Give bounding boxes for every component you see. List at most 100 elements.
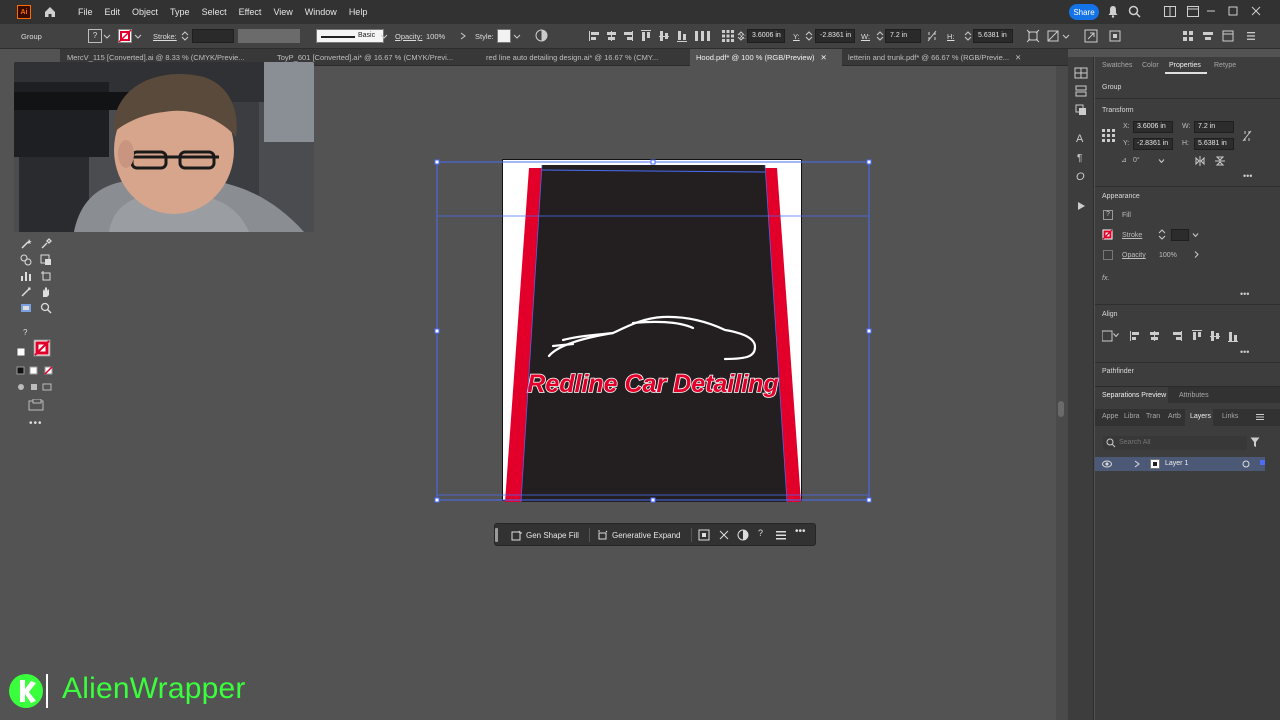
- tab-hood[interactable]: Hood.pdf* @ 100 % (RGB/Preview) ✕: [690, 49, 842, 66]
- eyedropper-tool-icon[interactable]: [40, 238, 52, 250]
- opacity-label[interactable]: Opacity:: [395, 32, 423, 41]
- notifications-icon[interactable]: [1107, 5, 1119, 18]
- tab-retype[interactable]: Retype: [1214, 62, 1236, 69]
- y-label[interactable]: Y:: [793, 32, 800, 41]
- stepper-icon[interactable]: [737, 30, 745, 42]
- tab-appearance[interactable]: Appe: [1102, 413, 1118, 420]
- stepper-icon[interactable]: [805, 30, 813, 42]
- color-mode-buttons[interactable]: [15, 366, 55, 376]
- tab-color[interactable]: Color: [1142, 62, 1159, 69]
- opacity-value[interactable]: 100%: [1159, 252, 1177, 259]
- layer-name[interactable]: Layer 1: [1165, 460, 1188, 467]
- brush-definition[interactable]: Basic: [316, 29, 384, 43]
- isolate-group-icon[interactable]: [1084, 29, 1098, 43]
- align-buttons[interactable]: [1102, 330, 1252, 342]
- menu-type[interactable]: Type: [170, 7, 190, 17]
- align-more-icon[interactable]: •••: [1240, 347, 1249, 357]
- stepper-icon[interactable]: [964, 30, 972, 42]
- chevron-right-icon[interactable]: [1194, 251, 1199, 258]
- draw-mode-buttons[interactable]: [15, 382, 55, 392]
- chevron-down-icon[interactable]: [103, 34, 111, 39]
- tab-layers[interactable]: Layers: [1190, 413, 1211, 420]
- menu-object[interactable]: Object: [132, 7, 158, 17]
- screen-mode-icon[interactable]: [28, 399, 44, 411]
- chevron-down-icon[interactable]: [380, 34, 388, 39]
- graph-tool-icon[interactable]: [20, 270, 32, 282]
- paragraph-panel-icon[interactable]: ¶: [1077, 153, 1082, 164]
- more-icon[interactable]: •••: [795, 526, 806, 537]
- menu-window[interactable]: Window: [305, 7, 337, 17]
- stepper-icon[interactable]: [181, 30, 189, 42]
- y-field[interactable]: -2.8361 in: [815, 29, 855, 43]
- filter-icon[interactable]: [1250, 437, 1260, 448]
- tab-red-line[interactable]: red line auto detailing design.ai* @ 16.…: [478, 49, 690, 66]
- share-button[interactable]: Share: [1069, 4, 1099, 20]
- graphic-style-swatch[interactable]: [497, 29, 511, 43]
- stroke-swatch[interactable]: [1102, 229, 1113, 240]
- artboards-panel-icon[interactable]: [1075, 104, 1087, 116]
- recolor-icon[interactable]: [737, 529, 749, 541]
- tab-separations-preview[interactable]: Separations Preview: [1102, 392, 1166, 399]
- stepper-icon[interactable]: [876, 30, 884, 42]
- fx-icon[interactable]: fx.: [1102, 275, 1109, 282]
- panel-menu-icon[interactable]: [1256, 413, 1264, 421]
- workspace-switcher-icon[interactable]: [1187, 6, 1199, 17]
- maximize-window-icon[interactable]: [1228, 6, 1238, 16]
- w-field[interactable]: 7.2 in: [1194, 121, 1234, 133]
- actions-play-icon[interactable]: [1076, 201, 1086, 211]
- scrollbar-thumb[interactable]: [1058, 401, 1064, 417]
- slice-tool-icon[interactable]: [20, 286, 32, 298]
- generative-expand-button[interactable]: Generative Expand: [597, 528, 681, 542]
- chevron-right-icon[interactable]: [460, 32, 466, 40]
- isolate-icon[interactable]: [698, 529, 710, 541]
- menu-edit[interactable]: Edit: [105, 7, 121, 17]
- target-icon[interactable]: [1242, 460, 1250, 468]
- w-label[interactable]: W:: [861, 32, 870, 41]
- tab-links[interactable]: Links: [1222, 413, 1238, 420]
- chevron-down-icon[interactable]: [1062, 34, 1070, 39]
- help-icon[interactable]: ?: [758, 528, 763, 538]
- tab-letterin[interactable]: letterin and trunk.pdf* @ 66.67 % (RGB/P…: [842, 49, 1042, 66]
- chevron-down-icon[interactable]: [1113, 333, 1119, 337]
- drag-handle[interactable]: [495, 528, 498, 542]
- ungroup-icon[interactable]: [718, 529, 730, 541]
- layer-row[interactable]: Layer 1: [1095, 457, 1265, 471]
- menu-effect[interactable]: Effect: [239, 7, 262, 17]
- chevron-right-icon[interactable]: [1134, 460, 1140, 468]
- transform-more-icon[interactable]: •••: [1243, 171, 1252, 181]
- transform-icon[interactable]: [1026, 29, 1040, 43]
- layers-panel-icon[interactable]: [1075, 85, 1087, 97]
- h-field[interactable]: 5.6381 in: [973, 29, 1013, 43]
- more-options-icon[interactable]: [1246, 30, 1256, 42]
- selection-bounding-box[interactable]: [430, 155, 880, 507]
- h-field[interactable]: 5.6381 in: [1194, 138, 1234, 150]
- menu-icon[interactable]: [775, 529, 787, 541]
- fill-swatch[interactable]: ?: [1103, 210, 1113, 220]
- tab-artboards[interactable]: Artb: [1168, 413, 1181, 420]
- close-tab-icon[interactable]: ✕: [1015, 53, 1021, 62]
- constrain-proportions-icon[interactable]: [926, 30, 938, 42]
- menu-view[interactable]: View: [273, 7, 292, 17]
- search-icon[interactable]: [1128, 5, 1141, 18]
- reference-point-icon[interactable]: [1102, 129, 1115, 142]
- h-label[interactable]: H:: [947, 32, 955, 41]
- home-icon[interactable]: [43, 5, 57, 19]
- x-field[interactable]: 3.6006 in: [747, 29, 785, 43]
- layers-search-input[interactable]: [1119, 437, 1239, 448]
- magic-wand-tool-icon[interactable]: [20, 238, 32, 250]
- y-field[interactable]: -2.8361 in: [1133, 138, 1173, 150]
- vertical-scrollbar[interactable]: [1056, 66, 1068, 720]
- layers-search-bar[interactable]: [1103, 436, 1247, 450]
- stroke-label[interactable]: Stroke:: [153, 32, 177, 41]
- stroke-label[interactable]: Stroke: [1122, 232, 1142, 239]
- arrange-icon[interactable]: [1182, 30, 1194, 42]
- chevron-down-icon[interactable]: [513, 34, 521, 39]
- x-field[interactable]: 3.6006 in: [1133, 121, 1173, 133]
- menu-help[interactable]: Help: [349, 7, 368, 17]
- align-distribute-icon[interactable]: [1202, 30, 1214, 42]
- stroke-weight-field[interactable]: [192, 29, 234, 43]
- w-field[interactable]: 7.2 in: [885, 29, 921, 43]
- opacity-value[interactable]: 100%: [426, 32, 445, 41]
- menu-select[interactable]: Select: [202, 7, 227, 17]
- close-window-icon[interactable]: [1251, 6, 1261, 16]
